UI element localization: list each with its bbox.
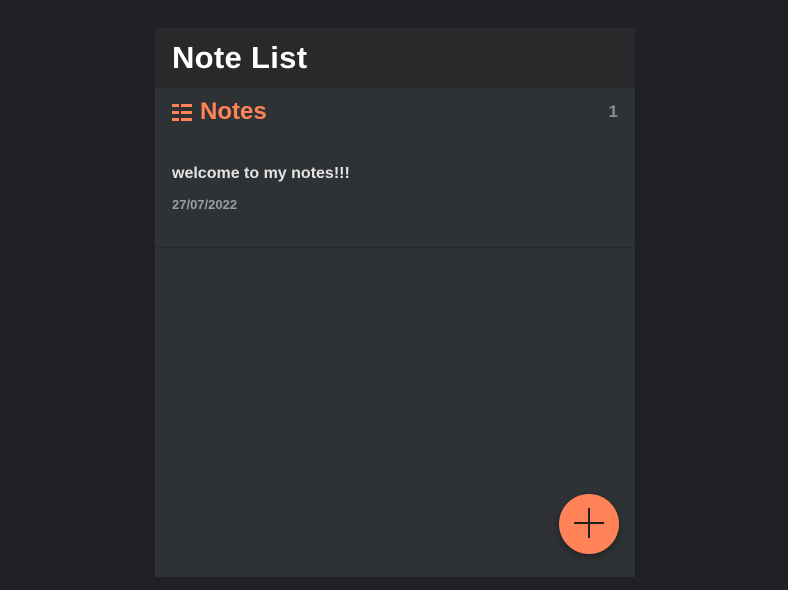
note-date: 27/07/2022 (172, 197, 238, 212)
page-title: Note List (172, 40, 308, 75)
notes-section-header: Notes 1 (155, 88, 635, 136)
note-title: welcome to my notes!!! (172, 165, 350, 182)
list-icon (172, 102, 192, 122)
notes-count: 1 (608, 102, 618, 121)
add-note-button[interactable] (559, 494, 619, 554)
plus-icon (573, 507, 605, 542)
notes-panel: Note List Notes 1 welcome to my notes!!!… (155, 28, 635, 577)
section-title-label: Notes (200, 98, 267, 125)
section-title: Notes (172, 98, 267, 126)
app-header: Note List (155, 28, 635, 88)
note-list-item[interactable]: welcome to my notes!!! 27/07/2022 (155, 136, 635, 248)
